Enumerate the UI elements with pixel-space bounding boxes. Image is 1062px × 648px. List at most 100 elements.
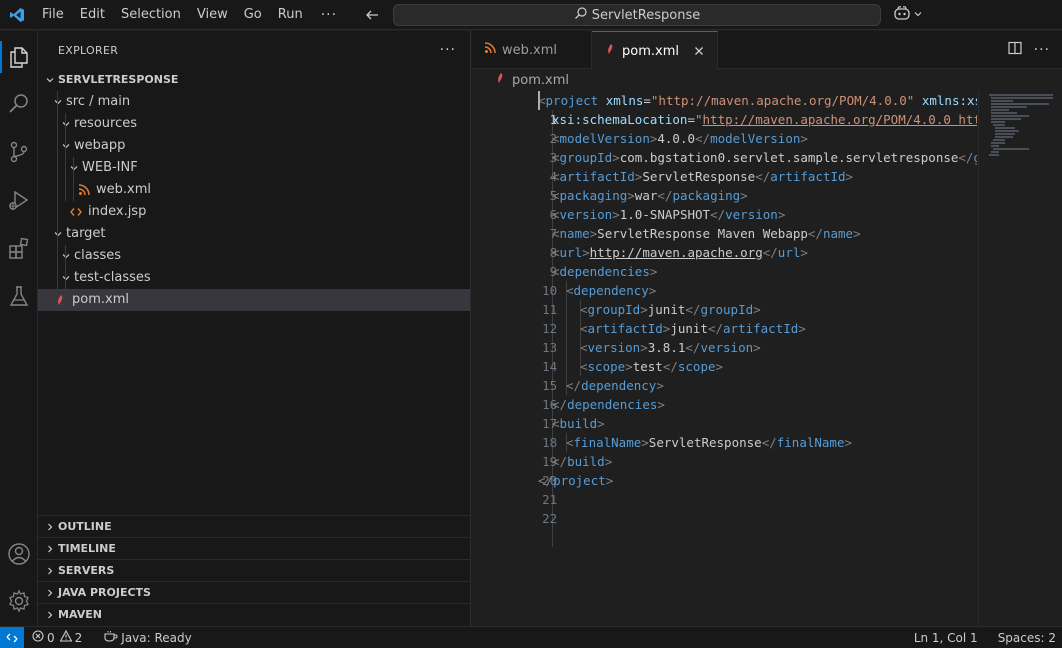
coffee-cup-icon — [104, 630, 118, 645]
indentation-status[interactable]: Spaces: 2 — [998, 631, 1056, 645]
menu-edit[interactable]: Edit — [72, 4, 113, 26]
line-content: <modelVersion>4.0.0</modelVersion> — [552, 131, 808, 146]
editor-tabs: web.xml pom.xml ··· — [472, 31, 1062, 70]
java-status[interactable]: Java: Ready — [98, 627, 197, 648]
menu-file[interactable]: File — [34, 4, 72, 26]
tree-folder-webapp[interactable]: webapp — [38, 135, 470, 157]
tree-folder-web-inf[interactable]: WEB-INF — [38, 157, 470, 179]
panel-java-projects[interactable]: JAVA PROJECTS — [38, 581, 470, 603]
go-back-icon[interactable] — [361, 4, 383, 26]
code-line: 10 <dependencies> — [472, 262, 977, 298]
tree-item-label: pom.xml — [72, 292, 129, 307]
code-line: 16 </dependency> — [472, 376, 977, 412]
tree-indent-guide — [65, 245, 66, 289]
code-editor[interactable]: 1 <project xmlns="http://maven.apache.or… — [472, 91, 977, 626]
title-bar: File Edit Selection View Go Run ··· Serv… — [0, 0, 1062, 30]
editor-actions: ··· — [1008, 31, 1058, 69]
minimap-line — [991, 121, 1005, 123]
tree-folder-servletresponse[interactable]: SERVLETRESPONSE — [38, 69, 470, 91]
more-actions-icon[interactable]: ··· — [1034, 42, 1050, 58]
explorer-icon[interactable] — [0, 37, 38, 77]
minimap-line — [991, 145, 999, 147]
minimap-line — [995, 136, 1013, 138]
code-line: 12 <groupId>junit</groupId> — [472, 300, 977, 336]
problems-status[interactable]: 0 2 — [24, 627, 88, 648]
minimap-line — [991, 103, 1049, 105]
explorer-sidebar: EXPLORER ··· SERVLETRESPONSE src / main … — [38, 31, 471, 626]
source-control-icon[interactable] — [0, 132, 38, 172]
panel-timeline[interactable]: TIMELINE — [38, 537, 470, 559]
code-line: 9 <url>http://maven.apache.org</url> — [472, 243, 977, 279]
remote-indicator-icon[interactable] — [0, 626, 24, 648]
line-content: <groupId>com.bgstation0.servlet.sample.s… — [552, 150, 977, 165]
chevron-right-icon — [42, 560, 58, 582]
code-line: 3 <modelVersion>4.0.0</modelVersion> — [472, 129, 977, 165]
tree-item-label: resources — [74, 116, 138, 131]
line-content: <scope>test</scope> — [580, 359, 724, 374]
panel-outline[interactable]: OUTLINE — [38, 515, 470, 537]
run-and-debug-icon[interactable] — [0, 180, 38, 220]
code-line: 13 <artifactId>junit</artifactId> — [472, 319, 977, 355]
tab-web-xml[interactable]: web.xml — [472, 31, 592, 69]
menu-view[interactable]: View — [189, 4, 236, 26]
tree-file-index-jsp[interactable]: index.jsp — [38, 201, 470, 223]
minimap[interactable] — [978, 91, 1062, 626]
minimap-line — [991, 115, 1029, 117]
chevron-down-icon — [58, 245, 74, 267]
breadcrumb-file[interactable]: pom.xml — [512, 73, 569, 88]
panel-servers[interactable]: SERVERS — [38, 559, 470, 581]
tree-folder-classes[interactable]: classes — [38, 245, 470, 267]
panel-label: JAVA PROJECTS — [58, 586, 151, 599]
line-content: </dependency> — [566, 378, 664, 393]
menu-run[interactable]: Run — [270, 4, 311, 26]
chevron-right-icon — [42, 538, 58, 560]
split-editor-icon[interactable] — [1008, 41, 1022, 59]
testing-icon[interactable] — [0, 276, 38, 316]
tree-folder-target[interactable]: target — [38, 223, 470, 245]
code-line: 14 <version>3.8.1</version> — [472, 338, 977, 374]
warning-icon — [59, 629, 73, 645]
text-cursor — [538, 91, 540, 110]
tree-item-label: test-classes — [74, 270, 151, 285]
sidebar-panels: OUTLINE TIMELINE SERVERS JAVA PROJECTS M… — [38, 515, 470, 625]
menu-selection[interactable]: Selection — [113, 4, 189, 26]
tree-folder-resources[interactable]: resources — [38, 113, 470, 135]
line-content: <version>1.0-SNAPSHOT</version> — [552, 207, 786, 222]
minimap-line — [995, 133, 1015, 135]
tree-item-label: WEB-INF — [82, 160, 138, 175]
schema-location-url[interactable]: http://maven.apache.org/POM/4.0.0 — [703, 112, 951, 127]
line-content: xsi:schemaLocation="http://maven.apache.… — [552, 112, 977, 127]
line-content: <name>ServletResponse Maven Webapp</name… — [552, 226, 861, 241]
panel-maven[interactable]: MAVEN — [38, 603, 470, 625]
line-content: <artifactId>ServletResponse</artifactId> — [552, 169, 854, 184]
chevron-right-icon — [42, 604, 58, 626]
extensions-icon[interactable] — [0, 228, 38, 268]
tree-folder-test-classes[interactable]: test-classes — [38, 267, 470, 289]
breadcrumb[interactable]: pom.xml — [472, 69, 1062, 91]
line-content: <artifactId>junit</artifactId> — [580, 321, 806, 336]
manage-gear-icon[interactable] — [0, 581, 38, 621]
command-center-label: ServletResponse — [591, 7, 701, 23]
command-center-search[interactable]: ServletResponse — [393, 4, 881, 26]
tree-file-web-xml[interactable]: web.xml — [38, 179, 470, 201]
close-icon[interactable] — [691, 43, 707, 59]
accounts-icon[interactable] — [0, 534, 38, 574]
tree-file-pom-xml[interactable]: pom.xml — [38, 289, 470, 311]
copilot-menu-button[interactable] — [893, 5, 923, 25]
search-view-icon[interactable] — [0, 84, 38, 124]
code-line: 17 </dependencies> — [472, 395, 977, 431]
vscode-logo-icon[interactable] — [0, 0, 34, 30]
menu-more-button[interactable]: ··· — [311, 4, 347, 26]
code-line: 2 xsi:schemaLocation="http://maven.apach… — [472, 110, 977, 146]
tree-item-label: SERVLETRESPONSE — [58, 73, 179, 86]
explorer-more-actions-button[interactable]: ··· — [440, 42, 456, 58]
tab-pom-xml[interactable]: pom.xml — [592, 31, 718, 70]
minimap-line — [991, 118, 1021, 120]
cursor-position[interactable]: Ln 1, Col 1 — [914, 631, 978, 645]
line-content: <groupId>junit</groupId> — [580, 302, 761, 317]
menu-go[interactable]: Go — [236, 4, 270, 26]
panel-label: SERVERS — [58, 564, 115, 577]
line-content: </dependencies> — [552, 397, 665, 412]
tree-folder-src-main[interactable]: src / main — [38, 91, 470, 113]
status-bar: 0 2 Java: Ready Ln 1, Col 1 Spaces: 2 — [0, 626, 1062, 648]
